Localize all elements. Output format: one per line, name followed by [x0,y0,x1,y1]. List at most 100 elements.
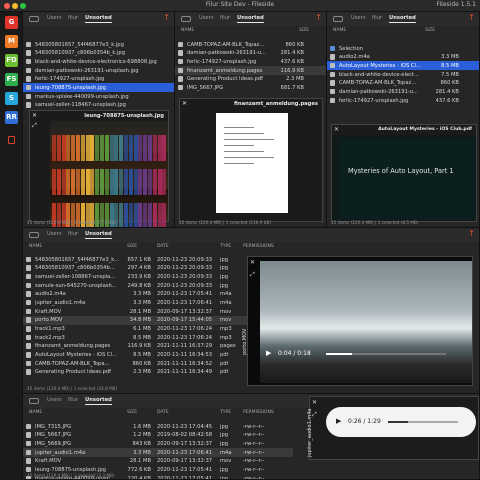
column-header-type[interactable]: TYPE [220,244,231,249]
file-row[interactable]: black-and-white-device-electronics-69880… [23,57,174,66]
file-row[interactable]: AutoLayout Mysteries - iOS Cl... 8.5 MB 20… [23,351,253,360]
file-row[interactable]: IMG_7315.JPG 1.6 MB 2020-11-23 17:04:45 jpg… [23,422,293,431]
file-size: 28.1 MB [129,308,151,315]
tab-unsorted[interactable]: Unsorted [389,15,416,23]
column-header-name[interactable]: NAME [29,244,42,249]
file-row[interactable]: porto.MOV 34.8 MB 2020-09-17 15:44:05 mov [23,315,253,325]
file-row[interactable]: Kraft.MOV 28.1 MB 2020-09-17 13:32:37 mov -r… [23,457,293,466]
expand-preview-icon[interactable]: ⤢ [32,122,37,130]
column-header-date[interactable]: DATE [157,410,169,415]
drive-icon[interactable] [29,232,39,238]
tab-filur[interactable]: filur [68,231,78,237]
play-icon[interactable]: ▶ [336,417,341,425]
file-row[interactable]: IMG_5667.JPG 1.2 MB 2019-08-02 08:42:58 jpg… [23,431,293,440]
file-row[interactable]: Selection [327,44,479,53]
file-row[interactable]: audio2.m4a 3.3 MB [327,53,479,62]
audio-progress-track[interactable] [388,421,458,423]
tab-filur[interactable]: filur [68,15,78,21]
file-row[interactable]: CAMB-TOPAZ-AM-BLK_Topaz... 860 KB [175,40,326,49]
file-row[interactable]: samuel-zeller-108867-unspla... 233.9 KB 20… [23,272,253,281]
column-header-size[interactable]: SIZE [425,28,435,33]
sidebar-bookmark-button[interactable]: G [5,16,18,29]
file-row[interactable]: 548305801657_54f46877e3_k.jpg [23,40,174,49]
file-icon [178,58,183,65]
file-row[interactable]: ferlic-174927-unsplash.jpg 437.6 KB [327,96,479,105]
tab-users[interactable]: Users [47,15,62,21]
tab-unsorted[interactable]: Unsorted [85,15,112,23]
file-row[interactable]: CAMB-TOPAZ-AM-BLK_Topaz... 860 KB [327,79,479,88]
tab-users[interactable]: Users [47,231,62,237]
file-row[interactable]: markus-spiske-440099-unsplash.jpg [23,92,174,101]
file-row[interactable]: Kraft.MOV 28.1 MB 2020-09-17 13:32:37 mov [23,307,253,316]
close-preview-icon[interactable]: ✕ [334,126,339,133]
file-row[interactable]: finanzamt_anmeldung.pages 116.9 KB 2021-11… [23,342,253,351]
file-row[interactable]: Generating Product Ideas.pdf 2.3 MB 2021-1… [23,368,253,377]
column-header-size[interactable]: SIZE [127,244,137,249]
sidebar-bookmark-button[interactable]: FD [5,54,18,67]
go-up-arrow-icon[interactable]: ↑ [315,13,322,22]
close-preview-icon[interactable]: ✕ [312,399,317,406]
file-row[interactable]: damian-patkowski-263191-u... 281.4 KB [327,87,479,96]
file-row[interactable]: 548305810937_c806b0354b... 297.4 KB 2020-1… [23,264,253,273]
file-row[interactable]: AutoLayout Mysteries - iOS Cl... 8.5 MB [327,61,479,71]
drive-icon[interactable] [333,16,343,22]
column-header-perm[interactable]: PERMISSIONS [243,410,274,415]
column-header-type[interactable]: TYPE [220,410,231,415]
file-row[interactable]: ferlic-174927-unsplash.jpg [23,75,174,84]
expand-preview-icon[interactable]: ⤢ [250,271,255,279]
file-row[interactable]: ferlic-174927-unsplash.jpg 437.6 KB [175,57,326,66]
tab-users[interactable]: Users [199,15,214,21]
file-icon [26,282,31,289]
file-row[interactable]: 548305801657_54f46877e3_k... 657.1 KB 2020… [23,255,253,264]
tab-unsorted[interactable]: Unsorted [85,397,112,405]
file-row[interactable]: audio2.m4a 3.3 MB 2020-11-23 17:05:41 m4a [23,290,253,299]
close-preview-icon[interactable]: ✕ [182,100,187,107]
go-up-arrow-icon[interactable]: ↑ [468,229,475,238]
book-spine [85,169,90,195]
file-row[interactable]: black-and-white-device-elect... 7.5 MB [327,70,479,79]
column-header-perm[interactable]: PERMISSIONS [243,244,274,249]
column-header-size[interactable]: SIZE [299,28,309,33]
file-row[interactable]: CAMB-TOPAZ-AM-BLK_Topa... 860 KB 2021-11-1… [23,359,253,368]
file-row[interactable]: leung-708875-unsplash.jpg [23,83,174,93]
column-header-name[interactable]: NAME [181,28,194,33]
file-row[interactable]: damian-patkowski-263191-u... 281.4 KB [175,49,326,58]
file-row[interactable]: finanzamt_anmeldung.pages 116.9 KB [175,66,326,75]
trash-icon[interactable] [8,136,15,144]
tab-users[interactable]: Users [351,15,366,21]
file-row[interactable]: IMG_5669.JPG 843 KB 2020-09-17 13:32:37 jpg… [23,439,293,448]
file-row[interactable]: 548305810937_c806b0354b_k.jpg [23,49,174,58]
file-row[interactable]: Generating Product Ideas.pdf 2.3 MB [175,75,326,84]
tab-filur[interactable]: filur [372,15,382,21]
tab-users[interactable]: Users [47,397,62,403]
file-row[interactable]: jupiter_audio1.m4a 3.3 MB 2020-11-23 17:06… [23,448,293,457]
play-icon[interactable]: ▶ [266,349,271,357]
tab-filur[interactable]: filur [68,397,78,403]
sidebar-bookmark-button[interactable]: S [5,92,18,105]
column-header-size[interactable]: SIZE [127,410,137,415]
drive-icon[interactable] [29,398,39,404]
go-up-arrow-icon[interactable]: ↑ [468,13,475,22]
file-row[interactable]: track1.mp3 6.1 MB 2020-11-23 17:06:24 mp3 [23,325,253,334]
video-progress-track[interactable] [326,353,446,355]
tab-unsorted[interactable]: Unsorted [237,15,264,23]
tab-filur[interactable]: filur [220,15,230,21]
file-row[interactable]: samuel-zeller-118467-unsplash.jpg [23,101,174,110]
drive-icon[interactable] [181,16,191,22]
file-row[interactable]: damian-patkowski-263191-unsplash.jpg [23,66,174,75]
file-row[interactable]: samule-sun-645270-unsplash... 249.8 KB 202… [23,281,253,290]
file-row[interactable]: jupiter_audio1.m4a 3.3 MB 2020-11-23 17:06… [23,298,253,307]
file-row[interactable]: track2.mp3 8.5 MB 2020-11-23 17:06:24 mp3 [23,333,253,342]
column-header-date[interactable]: DATE [157,244,169,249]
go-up-arrow-icon[interactable]: ↑ [163,13,170,22]
sidebar-bookmark-button[interactable]: M [5,35,18,48]
sidebar-bookmark-button[interactable]: FS [5,73,18,86]
sidebar-bookmark-button[interactable]: RR [5,111,18,124]
column-header-name[interactable]: NAME [29,410,42,415]
close-preview-icon[interactable]: ✕ [32,112,37,119]
file-row[interactable]: IMG_5667.JPG 681.7 KB [175,83,326,92]
drive-icon[interactable] [29,16,39,22]
tab-unsorted[interactable]: Unsorted [85,231,112,239]
column-header-name[interactable]: NAME [333,28,346,33]
close-preview-icon[interactable]: ✕ [250,259,255,266]
